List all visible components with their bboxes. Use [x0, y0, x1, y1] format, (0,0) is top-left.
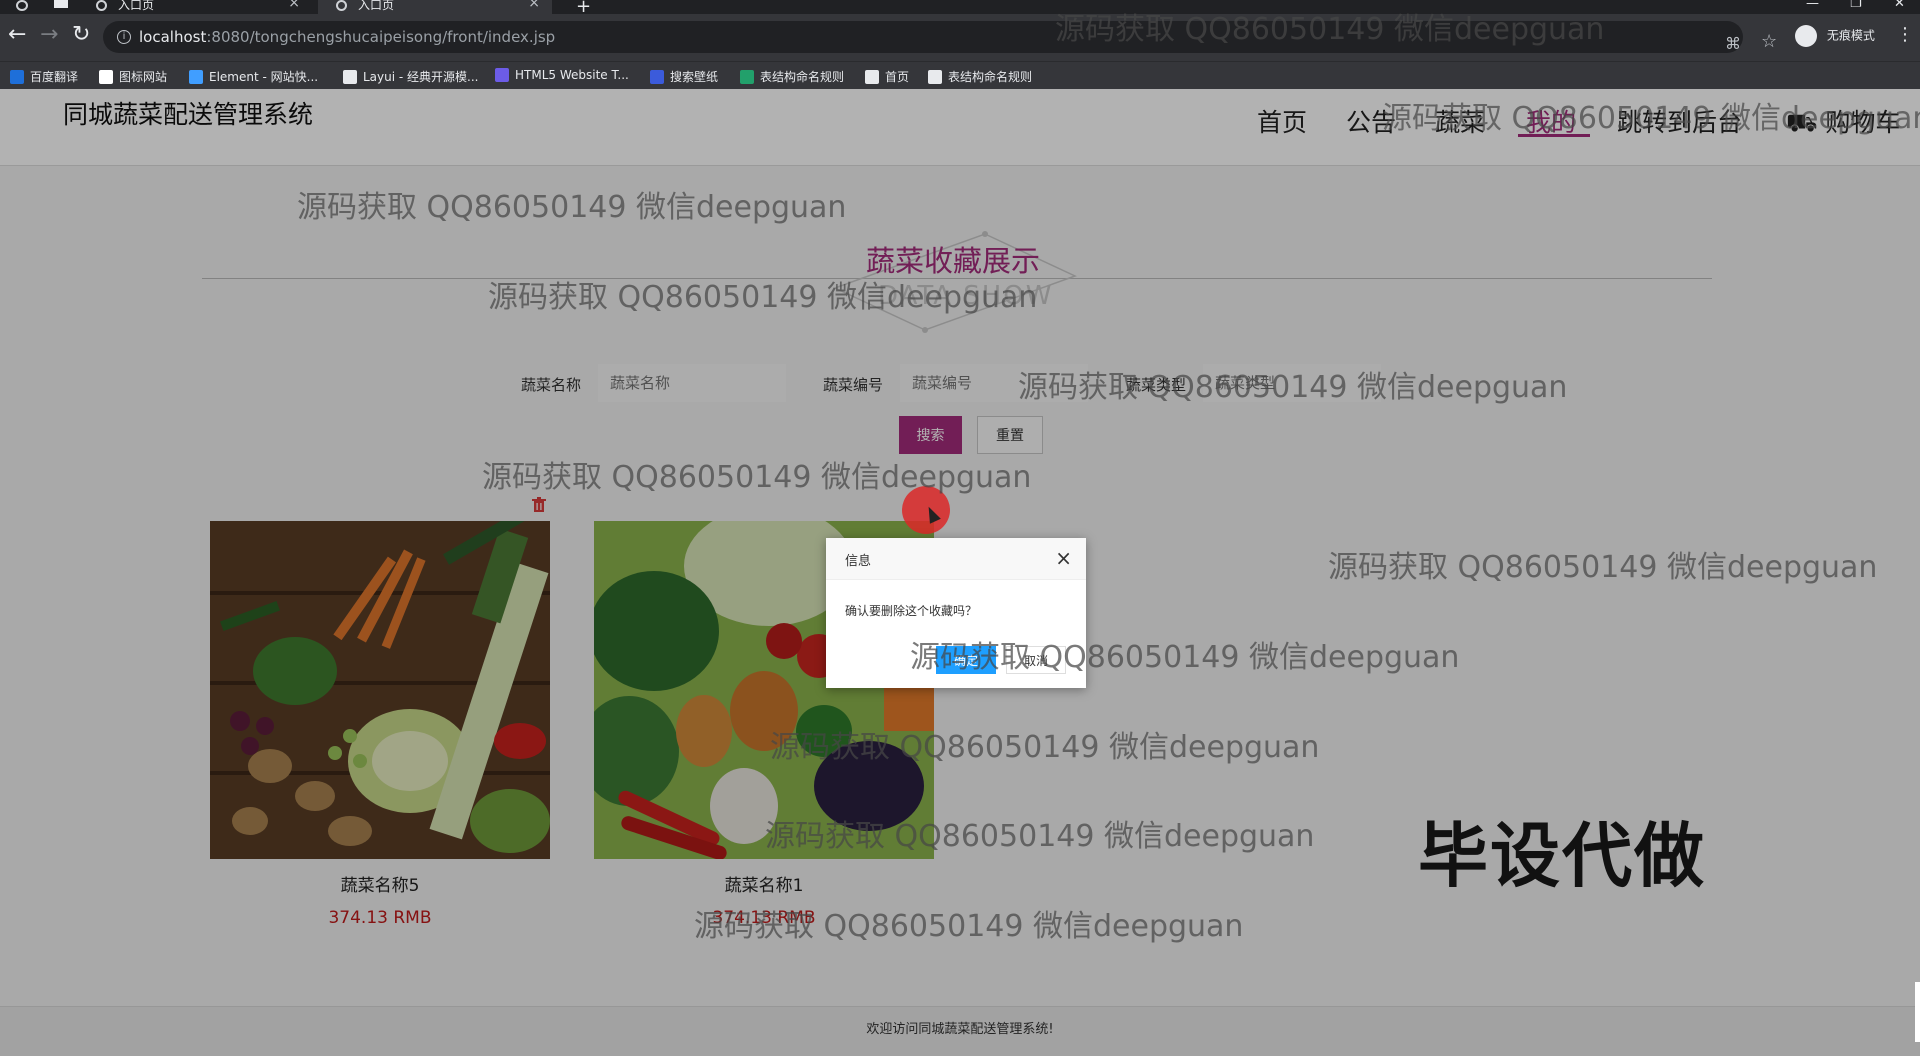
bookmark-favicon-icon — [495, 68, 509, 82]
incognito-label: 无痕模式 — [1826, 28, 1875, 43]
browser-toolbar: ← → ↻ i localhost:8080/tongchengshucaipe… — [0, 14, 1920, 61]
bookmark-label: Element - 网站快... — [209, 70, 319, 84]
tab-favicon-icon — [336, 0, 347, 11]
bookmark-label: HTML5 Website T... — [515, 68, 629, 82]
bookmark-star-icon[interactable]: ☆ — [1761, 31, 1777, 52]
dialog-message: 确认要删除这个收藏吗？ — [845, 604, 978, 618]
bookmark-favicon-icon — [928, 70, 942, 84]
scrollbar-thumb[interactable] — [1915, 982, 1920, 1042]
chrome-icon — [16, 0, 28, 11]
cancel-button[interactable]: 取消 — [1006, 646, 1066, 674]
browser-tab-bar: 入口页 × 入口页 × + — ❐ ✕ — [0, 0, 1920, 17]
dialog-close-icon[interactable]: × — [1055, 546, 1072, 570]
forward-icon[interactable]: → — [40, 24, 58, 46]
bookmark-item[interactable]: Element - 网站快... — [189, 68, 318, 85]
bookmark-favicon-icon — [865, 70, 879, 84]
close-window-icon[interactable]: ✕ — [1894, 0, 1905, 11]
bookmark-label: 首页 — [885, 70, 910, 84]
bookmark-item[interactable]: 搜索壁纸 — [650, 68, 718, 85]
url-text[interactable]: localhost:8080/tongchengshucaipeisong/fr… — [139, 28, 555, 46]
bookmark-favicon-icon — [343, 70, 357, 84]
maximize-icon[interactable]: ❐ — [1850, 0, 1862, 11]
translate-icon[interactable]: ⌘ — [1725, 34, 1741, 53]
bookmark-label: 百度翻译 — [30, 70, 79, 84]
bookmark-favicon-icon — [189, 70, 203, 84]
bookmark-item[interactable]: HTML5 Website T... — [495, 68, 629, 82]
promo-stamp: 毕设代做 — [1418, 815, 1706, 897]
reload-icon[interactable]: ↻ — [72, 24, 90, 46]
tab-close-icon[interactable]: × — [528, 0, 540, 10]
tab-close-icon[interactable]: × — [288, 0, 300, 10]
bookmark-item[interactable]: 首页 — [865, 68, 909, 85]
bookmark-label: Layui - 经典开源模... — [363, 70, 479, 84]
bookmark-item[interactable]: 表结构命名规则 — [928, 68, 1032, 85]
bookmark-label: 图标网站 — [119, 70, 168, 84]
bookmark-item[interactable]: Layui - 经典开源模... — [343, 68, 478, 85]
confirm-dialog: 信息 × 确认要删除这个收藏吗？ 确定 取消 — [826, 538, 1086, 688]
browser-tab-1[interactable]: 入口页 × — [78, 0, 312, 14]
confirm-button[interactable]: 确定 — [936, 646, 996, 674]
minimize-icon[interactable]: — — [1806, 0, 1819, 11]
incognito-indicator[interactable]: 无痕模式 — [1795, 25, 1875, 47]
window-icon — [54, 0, 68, 8]
tab-label: 入口页 — [118, 0, 155, 12]
bookmark-favicon-icon — [740, 70, 754, 84]
bookmark-label: 表结构命名规则 — [948, 70, 1033, 84]
bookmark-item[interactable]: 百度翻译 — [10, 68, 78, 85]
browser-menu-icon[interactable]: ⋮ — [1896, 24, 1914, 45]
dialog-header: 信息 × — [826, 538, 1086, 580]
browser-tab-2[interactable]: 入口页 × — [318, 0, 552, 14]
bookmark-label: 表结构命名规则 — [760, 70, 845, 84]
dialog-title: 信息 — [845, 554, 872, 569]
bookmark-favicon-icon — [99, 70, 113, 84]
bookmarks-bar: 百度翻译 图标网站 Element - 网站快... Layui - 经典开源模...… — [0, 61, 1920, 89]
tab-favicon-icon — [96, 0, 107, 11]
back-icon[interactable]: ← — [8, 24, 26, 46]
incognito-icon — [1795, 25, 1817, 47]
site-info-icon[interactable]: i — [117, 30, 131, 44]
bookmark-favicon-icon — [10, 70, 24, 84]
bookmark-item[interactable]: 表结构命名规则 — [740, 68, 844, 85]
bookmark-favicon-icon — [650, 70, 664, 84]
address-bar[interactable]: i localhost:8080/tongchengshucaipeisong/… — [103, 21, 1777, 53]
bookmark-label: 搜索壁纸 — [670, 70, 719, 84]
tab-label: 入口页 — [358, 0, 395, 12]
bookmark-item[interactable]: 图标网站 — [99, 68, 167, 85]
